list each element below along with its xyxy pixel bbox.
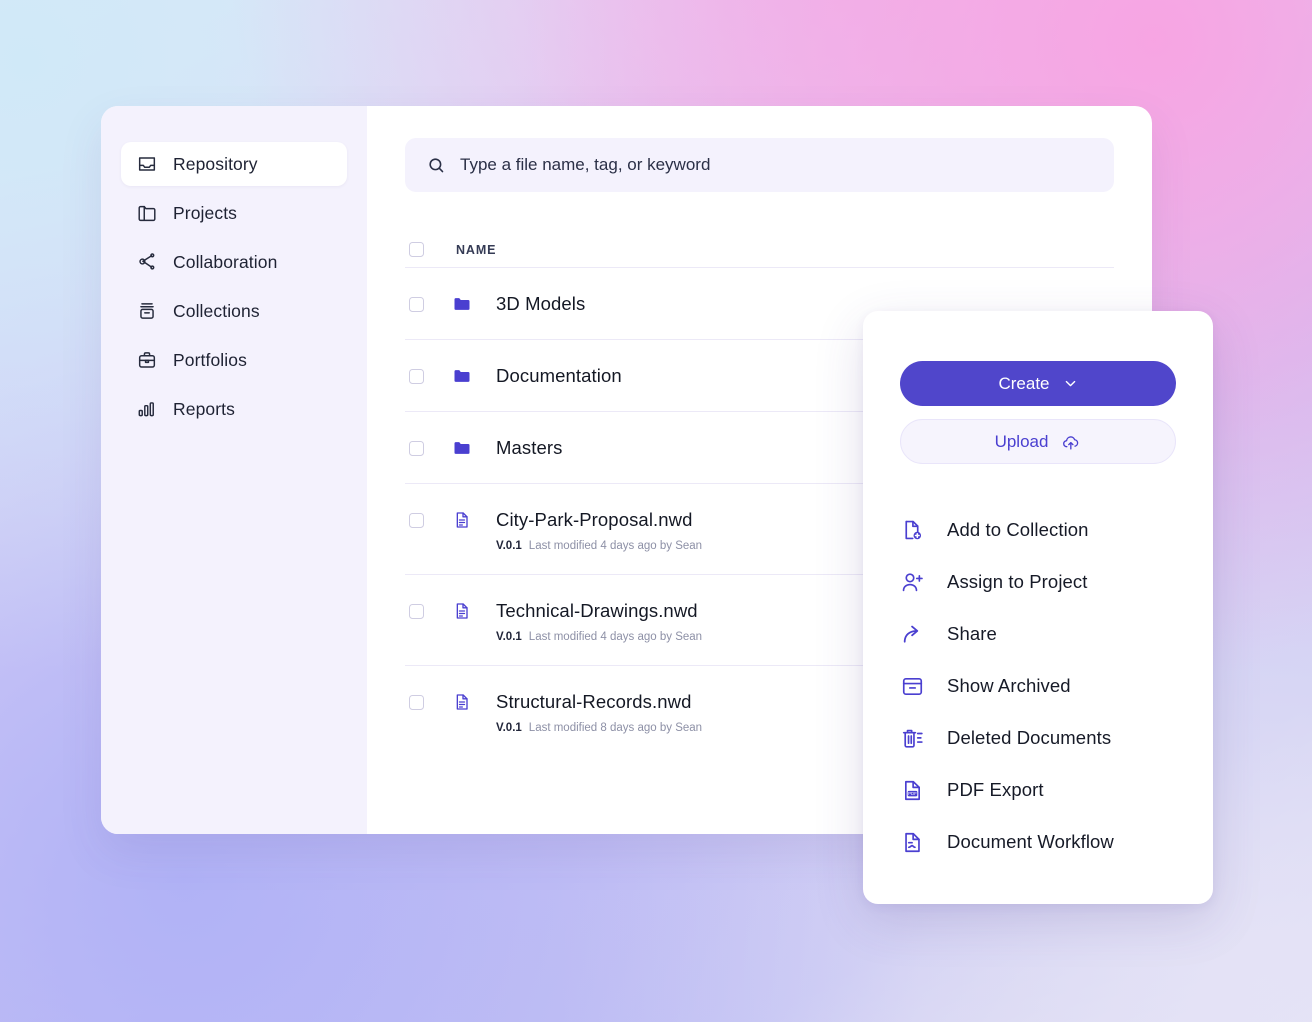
menu-item-label: Assign to Project [947, 571, 1088, 592]
inbox-icon [136, 153, 158, 175]
sidebar-item-projects[interactable]: Projects [121, 191, 347, 235]
row-meta: V.0.1 Last modified 8 days ago by Sean [496, 722, 702, 734]
cloud-upload-icon [1061, 432, 1081, 452]
row-checkbox[interactable] [409, 441, 424, 456]
search-icon [427, 156, 446, 175]
menu-item-deleted-documents[interactable]: Deleted Documents [900, 712, 1176, 764]
row-meta: V.0.1 Last modified 4 days ago by Sean [496, 540, 702, 552]
row-checkbox[interactable] [409, 513, 424, 528]
upload-button[interactable]: Upload [900, 419, 1176, 464]
sidebar-item-label: Repository [173, 153, 258, 174]
create-button[interactable]: Create [900, 361, 1176, 406]
sidebar-item-repository[interactable]: Repository [121, 142, 347, 186]
trash-list-icon [900, 726, 925, 751]
row-modified: Last modified 4 days ago by Sean [528, 540, 703, 552]
row-version: V.0.1 [496, 722, 522, 734]
document-icon [452, 692, 472, 712]
share-nodes-icon [136, 251, 158, 273]
row-modified: Last modified 4 days ago by Sean [528, 631, 703, 643]
sidebar-item-portfolios[interactable]: Portfolios [121, 338, 347, 382]
menu-item-pdf-export[interactable]: PDF PDF Export [900, 764, 1176, 816]
sidebar-item-label: Reports [173, 398, 235, 419]
menu-item-share[interactable]: Share [900, 608, 1176, 660]
document-flow-icon [900, 830, 925, 855]
row-content: 3D Models [496, 293, 585, 337]
search-placeholder: Type a file name, tag, or keyword [460, 155, 711, 174]
row-content: Technical-Drawings.nwd V.0.1 Last modifi… [496, 600, 702, 665]
row-content: Documentation [496, 365, 622, 409]
row-version: V.0.1 [496, 631, 522, 643]
sidebar-item-collections[interactable]: Collections [121, 289, 347, 333]
row-content: Structural-Records.nwd V.0.1 Last modifi… [496, 691, 702, 756]
folder-icon [452, 438, 472, 458]
select-all-checkbox[interactable] [409, 242, 424, 257]
row-content: City-Park-Proposal.nwd V.0.1 Last modifi… [496, 509, 702, 574]
folder-icon [136, 202, 158, 224]
user-plus-icon [900, 570, 925, 595]
folder-icon [452, 294, 472, 314]
row-name: Documentation [496, 365, 622, 386]
menu-item-label: Deleted Documents [947, 727, 1112, 748]
row-name: Technical-Drawings.nwd [496, 600, 698, 621]
menu-item-show-archived[interactable]: Show Archived [900, 660, 1176, 712]
row-name: Masters [496, 437, 563, 458]
menu-item-document-workflow[interactable]: Document Workflow [900, 816, 1176, 868]
menu-item-label: Show Archived [947, 675, 1071, 696]
upload-button-label: Upload [994, 431, 1049, 451]
menu-item-add-to-collection[interactable]: Add to Collection [900, 504, 1176, 556]
sidebar-item-label: Collections [173, 300, 260, 321]
row-name: City-Park-Proposal.nwd [496, 509, 693, 530]
svg-text:PDF: PDF [908, 791, 917, 796]
action-panel: Create Upload Add to Collection Assign t… [863, 311, 1213, 904]
sidebar-item-collaboration[interactable]: Collaboration [121, 240, 347, 284]
sidebar-item-label: Projects [173, 202, 238, 223]
document-icon [452, 601, 472, 621]
file-plus-icon [900, 518, 925, 543]
share-arrow-icon [900, 622, 925, 647]
menu-item-label: Add to Collection [947, 519, 1089, 540]
sidebar-item-label: Portfolios [173, 349, 247, 370]
row-version: V.0.1 [496, 540, 522, 552]
row-checkbox[interactable] [409, 604, 424, 619]
archive-box-icon [900, 674, 925, 699]
document-icon [452, 510, 472, 530]
sidebar-item-label: Collaboration [173, 251, 278, 272]
folder-icon [452, 366, 472, 386]
sidebar-item-reports[interactable]: Reports [121, 387, 347, 431]
table-header: NAME [405, 232, 1114, 268]
create-button-label: Create [998, 373, 1050, 393]
row-content: Masters [496, 437, 563, 481]
briefcase-icon [136, 349, 158, 371]
search-input[interactable]: Type a file name, tag, or keyword [405, 138, 1114, 192]
row-name: Structural-Records.nwd [496, 691, 692, 712]
archive-icon [136, 300, 158, 322]
menu-item-label: Document Workflow [947, 831, 1114, 852]
menu-item-assign-to-project[interactable]: Assign to Project [900, 556, 1176, 608]
bar-chart-icon [136, 398, 158, 420]
sidebar: Repository Projects Collaboration Collec… [101, 106, 367, 834]
row-checkbox[interactable] [409, 297, 424, 312]
pdf-file-icon: PDF [900, 778, 925, 803]
row-modified: Last modified 8 days ago by Sean [528, 722, 703, 734]
menu-item-label: PDF Export [947, 779, 1044, 800]
row-name: 3D Models [496, 293, 586, 314]
action-menu: Add to Collection Assign to Project Shar… [900, 504, 1176, 868]
row-checkbox[interactable] [409, 369, 424, 384]
row-meta: V.0.1 Last modified 4 days ago by Sean [496, 631, 702, 643]
column-header-name: NAME [456, 242, 497, 257]
menu-item-label: Share [947, 623, 997, 644]
row-checkbox[interactable] [409, 695, 424, 710]
chevron-down-icon [1063, 376, 1078, 391]
